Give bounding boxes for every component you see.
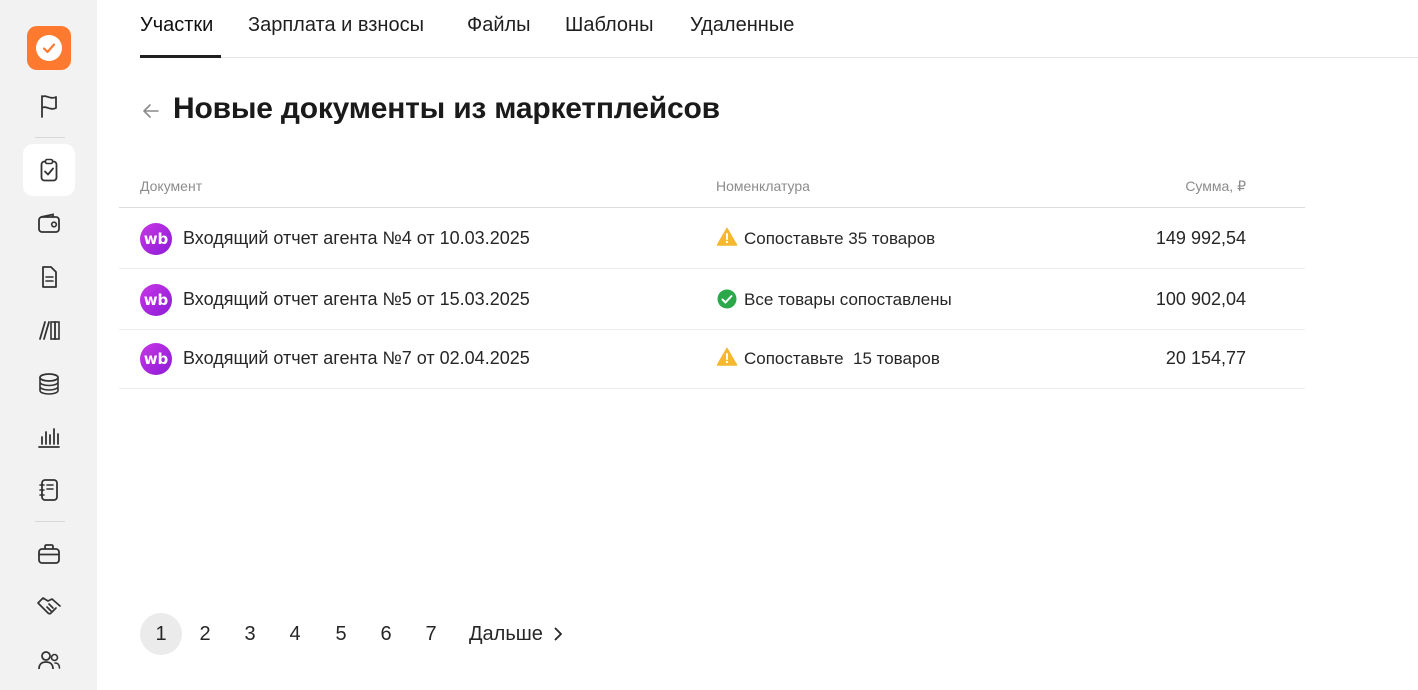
wallet-icon [38, 213, 60, 233]
sidebar [0, 0, 97, 690]
page-button-6[interactable]: 6 [365, 613, 407, 655]
tab-files[interactable]: Файлы [467, 14, 531, 37]
warning-icon [716, 227, 738, 246]
wildberries-icon: wb [140, 284, 172, 316]
sidebar-item-journal[interactable] [23, 464, 75, 516]
sidebar-item-tasks[interactable] [23, 144, 75, 196]
flag-icon [41, 95, 57, 118]
document-sum: 149 992,54 [1155, 228, 1246, 248]
books-icon [39, 321, 60, 340]
table-row[interactable]: wb Входящий отчет агента №7 от 02.04.202… [119, 330, 1305, 389]
nomenclature-status[interactable]: Сопоставьте 15 товаров [744, 349, 940, 369]
handshake-icon [37, 597, 61, 615]
chevron-right-icon [554, 627, 562, 641]
document-sum: 20 154,77 [1165, 348, 1246, 368]
column-header-nomenclature: Номенклатура [716, 178, 810, 194]
sidebar-item-employees[interactable] [23, 634, 75, 686]
database-icon [39, 373, 59, 395]
document-link[interactable]: Входящий отчет агента №5 от 15.03.2025 [183, 289, 530, 310]
sidebar-item-documents[interactable] [23, 251, 75, 303]
sidebar-item-wallet[interactable] [23, 198, 75, 250]
next-page-label: Дальше [469, 622, 543, 645]
tab-deleted[interactable]: Удаленные [690, 14, 794, 37]
page-button-1[interactable]: 1 [140, 613, 182, 655]
column-header-document: Документ [140, 178, 203, 194]
checkmark-logo-icon [36, 35, 62, 61]
nomenclature-status: Все товары сопоставлены [744, 290, 952, 309]
warning-icon [716, 347, 738, 366]
column-header-sum: Сумма, ₽ [1185, 178, 1246, 194]
table-header: Документ Номенклатура Сумма, ₽ [119, 168, 1305, 208]
page-button-5[interactable]: 5 [320, 613, 362, 655]
notebook-icon [39, 479, 58, 501]
wildberries-icon: wb [140, 223, 172, 255]
check-circle-icon [717, 289, 737, 309]
sidebar-item-business[interactable] [23, 528, 75, 580]
page-button-4[interactable]: 4 [274, 613, 316, 655]
document-link[interactable]: Входящий отчет агента №4 от 10.03.2025 [183, 228, 530, 249]
sidebar-divider [35, 521, 65, 522]
arrow-left-icon [143, 104, 159, 118]
document-link[interactable]: Входящий отчет агента №7 от 02.04.2025 [183, 348, 530, 369]
page-title: Новые документы из маркетплейсов [173, 92, 720, 125]
page-button-2[interactable]: 2 [184, 613, 226, 655]
next-page-button[interactable]: Дальше [469, 613, 565, 655]
bar-chart-icon [38, 428, 60, 448]
top-tabs: Участки Зарплата и взносы Файлы Шаблоны … [140, 0, 1418, 58]
clipboard-check-icon [40, 158, 58, 182]
table-row[interactable]: wb Входящий отчет агента №4 от 10.03.202… [119, 208, 1305, 269]
tab-templates[interactable]: Шаблоны [565, 14, 653, 37]
tab-uchastki[interactable]: Участки [140, 14, 213, 37]
back-button[interactable] [140, 100, 162, 122]
users-icon [38, 651, 61, 670]
tab-salary[interactable]: Зарплата и взносы [248, 14, 424, 37]
wildberries-icon: wb [140, 343, 172, 375]
sidebar-item-deals[interactable] [23, 581, 75, 633]
nomenclature-status[interactable]: Сопоставьте 35 товаров [744, 229, 935, 249]
briefcase-icon [38, 544, 60, 564]
page-button-7[interactable]: 7 [410, 613, 452, 655]
sidebar-item-reports[interactable] [23, 411, 75, 463]
app-logo[interactable] [27, 26, 71, 70]
sidebar-item-flag[interactable] [23, 80, 75, 132]
table-row[interactable]: wb Входящий отчет агента №5 от 15.03.202… [119, 269, 1305, 330]
sidebar-divider [35, 137, 65, 138]
sidebar-item-library[interactable] [23, 304, 75, 356]
document-icon [42, 266, 57, 288]
document-sum: 100 902,04 [1155, 289, 1246, 309]
active-tab-indicator [140, 55, 221, 58]
page-button-3[interactable]: 3 [229, 613, 271, 655]
sidebar-item-database[interactable] [23, 358, 75, 410]
